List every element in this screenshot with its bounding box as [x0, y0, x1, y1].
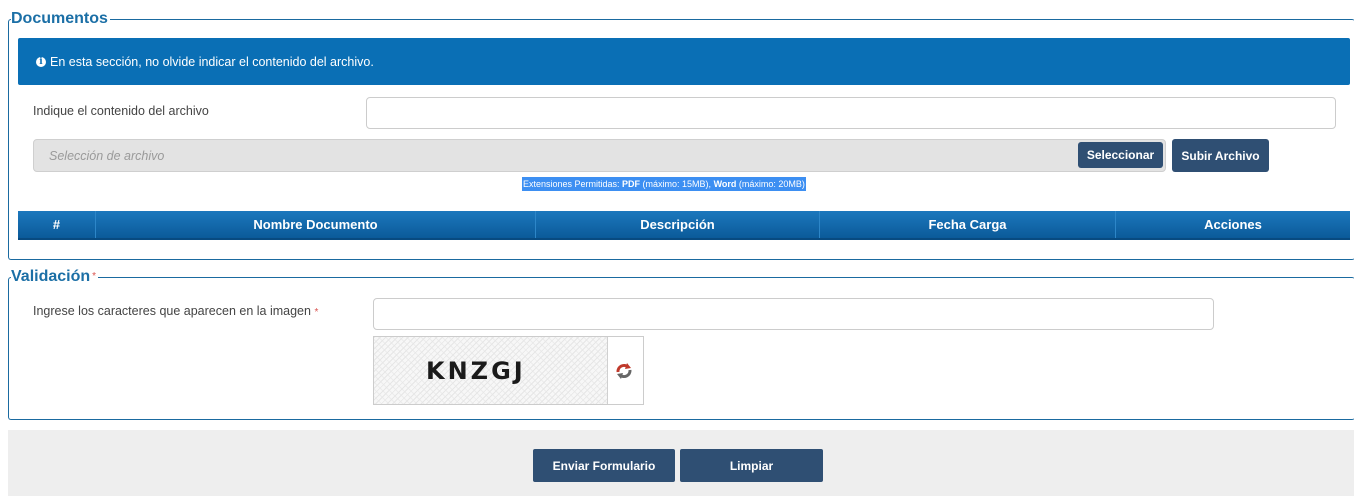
refresh-captcha-icon[interactable]	[614, 361, 634, 381]
captcha-image: KNZGJ	[374, 337, 608, 404]
info-alert: i En esta sección, no olvide indicar el …	[18, 38, 1350, 85]
col-fecha-carga[interactable]: Fecha Carga	[820, 211, 1116, 238]
clear-form-button[interactable]: Limpiar	[680, 449, 823, 482]
col-number[interactable]: #	[18, 211, 96, 238]
validacion-legend-text: Validación	[11, 268, 91, 285]
captcha-input[interactable]	[373, 298, 1214, 330]
required-mark: *	[92, 271, 97, 282]
file-placeholder: Selección de archivo	[49, 149, 165, 163]
documents-table-header: # Nombre Documento Descripción Fecha Car…	[18, 211, 1350, 240]
content-input[interactable]	[366, 97, 1336, 129]
content-label: Indique el contenido del archivo	[33, 104, 209, 118]
captcha-label: Ingrese los caracteres que aparecen en l…	[33, 302, 333, 322]
upload-file-button[interactable]: Subir Archivo	[1172, 139, 1269, 172]
col-acciones[interactable]: Acciones	[1116, 211, 1350, 238]
captcha-box: KNZGJ	[373, 336, 644, 405]
col-descripcion[interactable]: Descripción	[536, 211, 820, 238]
captcha-text: KNZGJ	[426, 357, 526, 385]
col-nombre-documento[interactable]: Nombre Documento	[96, 211, 536, 238]
alert-text: En esta sección, no olvide indicar el co…	[50, 54, 374, 69]
ext-pdf: PDF	[622, 179, 641, 189]
ext-word-limit: (máximo: 20MB)	[736, 179, 805, 189]
ext-pdf-limit: (máximo: 15MB),	[640, 179, 714, 189]
file-selector[interactable]: Selección de archivo	[33, 139, 1166, 172]
select-file-button[interactable]: Seleccionar	[1078, 142, 1163, 168]
captcha-required-mark: *	[314, 307, 319, 318]
validacion-legend: Validación *	[11, 268, 99, 286]
ext-prefix: Extensiones Permitidas:	[523, 179, 623, 189]
info-icon: i	[36, 56, 46, 67]
captcha-label-text: Ingrese los caracteres que aparecen en l…	[33, 304, 311, 318]
allowed-extensions-note: Extensiones Permitidas: PDF (máximo: 15M…	[522, 177, 806, 191]
documentos-legend: Documentos	[11, 10, 110, 28]
ext-word: Word	[713, 179, 737, 189]
submit-form-button[interactable]: Enviar Formulario	[533, 449, 675, 482]
